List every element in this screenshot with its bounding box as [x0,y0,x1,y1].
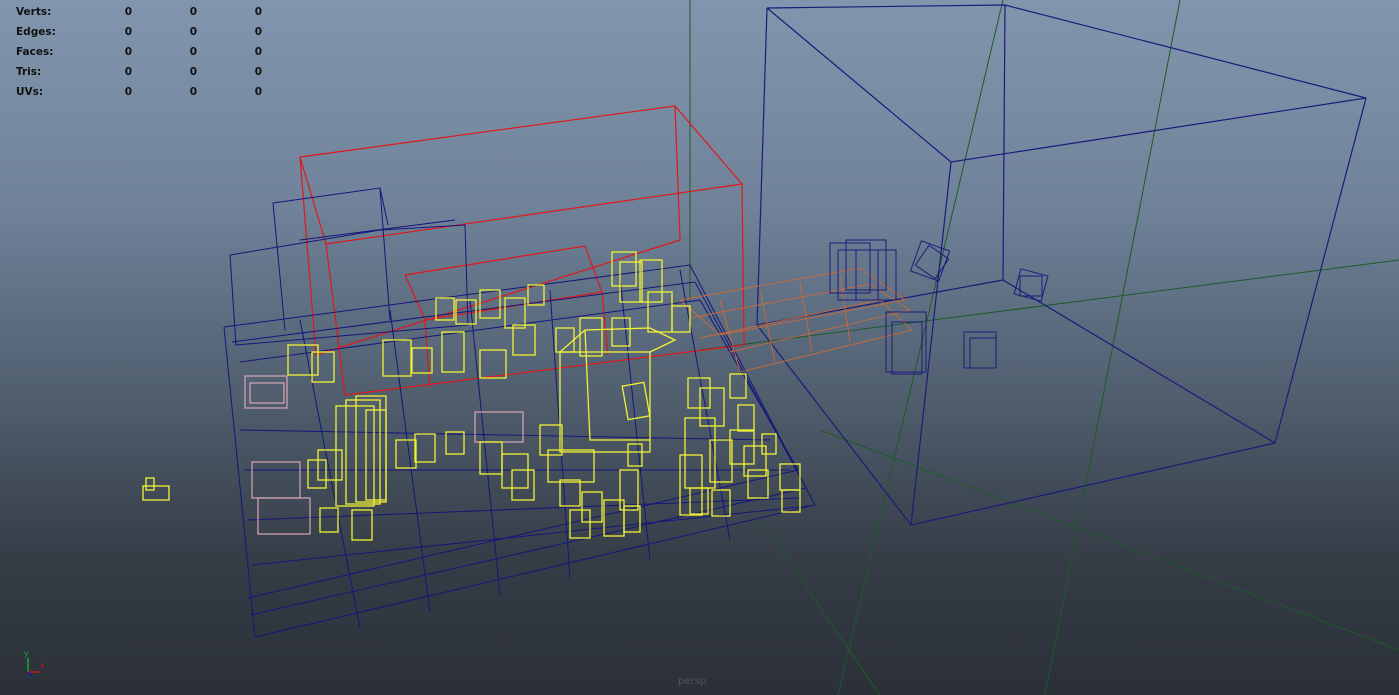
hud-row-uvs: UVs: 0 0 0 [16,82,286,102]
hud-value: 0 [254,6,262,18]
hud-value: 0 [254,46,262,58]
poly-count-hud: Verts: 0 0 0 Edges: 0 0 0 Faces: 0 0 0 T… [16,2,286,102]
stair-wireframe[interactable] [679,267,913,373]
hud-label: Verts: [16,6,52,18]
environment-cube[interactable] [756,4,1367,526]
highlight-bounding-box[interactable] [299,105,745,396]
world-grid-lines [689,0,1399,695]
axis-gizmo-icon: y x [24,649,45,677]
hud-row-faces: Faces: 0 0 0 [16,42,286,62]
hud-label: Faces: [16,46,54,58]
selected-objects[interactable] [142,251,801,541]
hud-label: UVs: [16,86,44,98]
hud-value: 0 [189,46,197,58]
viewport-persp[interactable]: Verts: 0 0 0 Edges: 0 0 0 Faces: 0 0 0 T… [0,0,1399,695]
hud-label: Tris: [16,66,42,78]
hud-value: 0 [124,86,132,98]
axis-x-label: x [40,661,45,670]
hud-row-verts: Verts: 0 0 0 [16,2,286,22]
hud-value: 0 [254,26,262,38]
hud-row-tris: Tris: 0 0 0 [16,62,286,82]
hud-value: 0 [124,6,132,18]
hud-value: 0 [189,66,197,78]
hud-value: 0 [189,26,197,38]
hud-label: Edges: [16,26,56,38]
hud-value: 0 [124,46,132,58]
hud-value: 0 [189,6,197,18]
hud-value: 0 [189,86,197,98]
camera-name-label: persp [678,676,707,687]
scene-wireframe[interactable] [0,0,1399,695]
hud-value: 0 [254,66,262,78]
hud-row-edges: Edges: 0 0 0 [16,22,286,42]
hud-value: 0 [124,26,132,38]
axis-y-label: y [24,649,29,658]
hud-value: 0 [124,66,132,78]
hud-value: 0 [254,86,262,98]
floating-objects[interactable] [829,239,1049,375]
